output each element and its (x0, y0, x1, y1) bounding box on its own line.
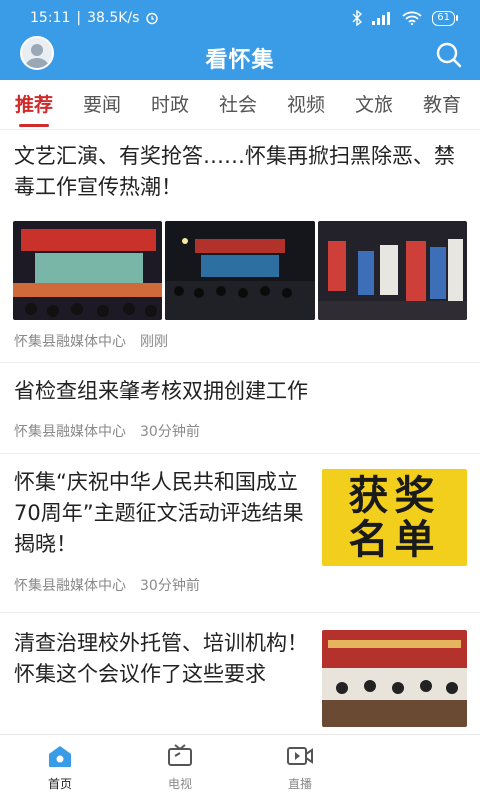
user-icon (25, 44, 49, 68)
news-time: 30分钟前 (140, 424, 200, 440)
news-time: 30分钟前 (140, 578, 200, 594)
status-bar: 15:11 | 38.5K/s 61 (0, 0, 480, 36)
tab-recommend[interactable]: 推荐 (0, 80, 68, 130)
battery-level: 61 (432, 10, 455, 26)
live-icon (287, 747, 313, 765)
news-source: 怀集县融媒体中心 (14, 334, 126, 350)
status-right: 61 (352, 10, 458, 26)
app-title: 看怀集 (205, 48, 275, 73)
nav-tv[interactable]: 电视 (120, 735, 240, 800)
news-item[interactable]: 文艺汇演、有奖抢答……怀集再掀扫黑除恶、禁毒工作宣传热潮！ 怀集县融媒体中心 刚… (0, 131, 480, 363)
user-avatar[interactable] (20, 36, 54, 70)
tv-icon (168, 744, 192, 766)
news-title: 怀集“庆祝中华人民共和国成立70周年”主题征文活动评选结果揭晓！ (14, 470, 304, 556)
tab-headlines[interactable]: 要闻 (68, 80, 136, 130)
news-image (165, 221, 315, 320)
wifi-icon (402, 11, 422, 25)
news-title: 清查治理校外托管、培训机构！怀集这个会议作了这些要求 (14, 631, 308, 686)
news-meta: 怀集县融媒体中心 30分钟前 (14, 575, 200, 595)
news-time: 刚刚 (140, 334, 168, 350)
nav-home-label: 首页 (47, 777, 72, 791)
news-meta: 怀集县融媒体中心 刚刚 (14, 331, 168, 351)
alarm-icon (146, 12, 159, 25)
signal-icon (372, 12, 391, 25)
status-separator: | (76, 10, 82, 26)
news-source: 怀集县融媒体中心 (14, 578, 126, 594)
nav-live-label: 直播 (287, 777, 312, 791)
news-item[interactable]: 省检查组来肇考核双拥创建工作 怀集县融媒体中心 30分钟前 (0, 364, 480, 454)
news-item[interactable]: 怀集“庆祝中华人民共和国成立70周年”主题征文活动评选结果揭晓！ 获奖名单 怀集… (0, 455, 480, 613)
tab-society[interactable]: 社会 (204, 80, 272, 130)
news-meta: 怀集县融媒体中心 30分钟前 (14, 421, 200, 441)
tab-politics[interactable]: 时政 (136, 80, 204, 130)
network-speed: 38.5K/s (87, 10, 140, 26)
news-thumbnail: 获奖名单 (322, 469, 467, 566)
battery-tip (456, 15, 458, 21)
nav-home[interactable]: 首页 (0, 735, 120, 800)
battery-indicator: 61 (432, 10, 458, 26)
news-title: 文艺汇演、有奖抢答……怀集再掀扫黑除恶、禁毒工作宣传热潮！ (14, 144, 455, 199)
search-icon (436, 42, 462, 68)
app-header: 看怀集 (0, 36, 480, 80)
news-thumbnail (322, 630, 467, 727)
category-tabs: 推荐 要闻 时政 社会 视频 文旅 教育 (0, 80, 480, 130)
nav-live[interactable]: 直播 (240, 735, 360, 800)
news-image (318, 221, 467, 320)
status-time: 15:11 (30, 10, 71, 26)
bluetooth-icon (352, 10, 363, 26)
nav-tv-label: 电视 (167, 777, 192, 791)
news-source: 怀集县融媒体中心 (14, 424, 126, 440)
news-item[interactable]: 清查治理校外托管、培训机构！怀集这个会议作了这些要求 (0, 614, 480, 734)
nav-more[interactable] (360, 735, 480, 800)
bottom-nav: 首页 电视 直播 (0, 734, 480, 800)
home-icon (49, 746, 71, 767)
news-title: 省检查组来肇考核双拥创建工作 (14, 379, 308, 403)
news-image (13, 221, 162, 320)
tab-video[interactable]: 视频 (272, 80, 340, 130)
search-button[interactable] (434, 40, 464, 70)
thumbnail-text: 获奖名单 (348, 472, 441, 563)
tab-education[interactable]: 教育 (408, 80, 476, 130)
tab-culture-tourism[interactable]: 文旅 (340, 80, 408, 130)
status-left: 15:11 | 38.5K/s (30, 10, 159, 26)
news-feed: 文艺汇演、有奖抢答……怀集再掀扫黑除恶、禁毒工作宣传热潮！ 怀集县融媒体中心 刚… (0, 131, 480, 734)
